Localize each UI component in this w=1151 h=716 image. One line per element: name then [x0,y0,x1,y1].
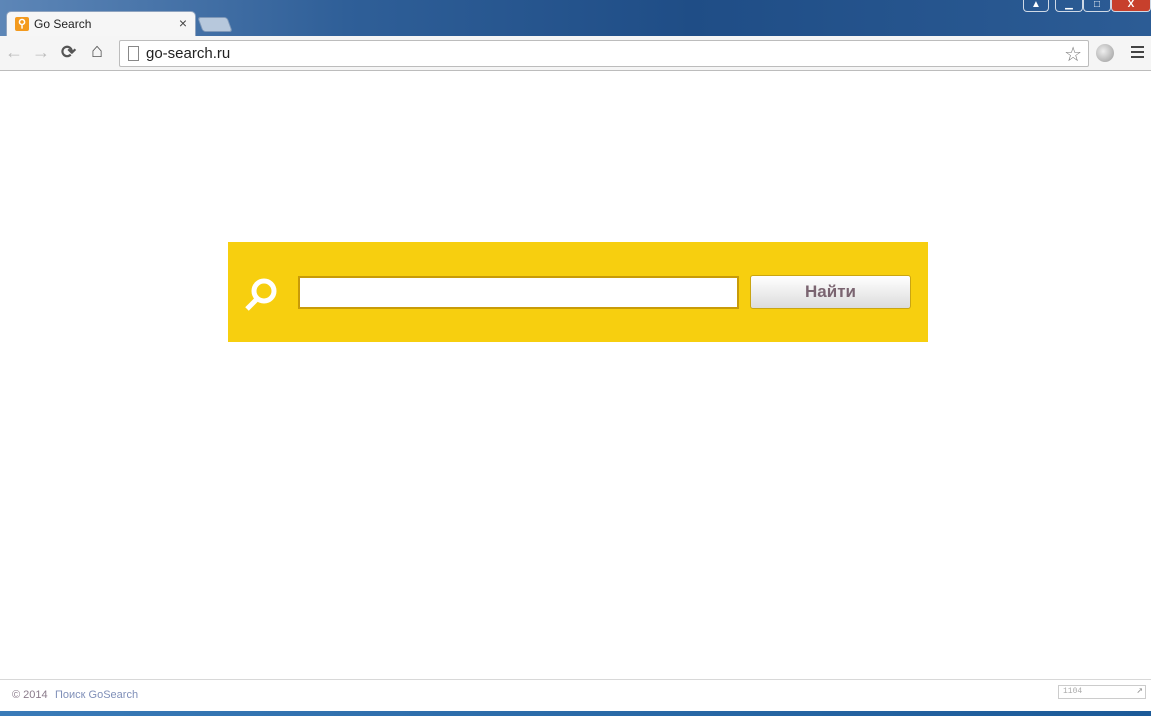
reload-icon[interactable]: ⟳ [61,42,76,63]
close-window-button[interactable]: X [1111,0,1151,12]
minimize-button[interactable]: ▁ [1055,0,1083,12]
page-icon [128,46,139,61]
url-text: go-search.ru [146,45,231,62]
counter-value: 1104 [1063,687,1083,696]
visit-counter[interactable]: 1104 ↗ [1058,685,1146,699]
globe-icon[interactable] [1096,44,1114,62]
search-panel: Найти [228,242,928,342]
gosearch-link[interactable]: Поиск GoSearch [55,689,138,701]
back-icon[interactable]: ← [5,42,23,63]
menu-icon[interactable] [1131,46,1144,61]
address-bar[interactable]: go-search.ru ☆ [119,40,1089,67]
search-button[interactable]: Найти [750,275,911,309]
copyright: © 2014 [12,689,48,701]
maximize-button[interactable]: □ [1083,0,1111,12]
tab-title: Go Search [34,17,92,31]
browser-toolbar: ← → ⟳ ⌂ go-search.ru ☆ [0,36,1151,71]
magnifier-icon [245,278,277,311]
title-bar: ⚲ Go Search × ▲ ▁ □ X [0,0,1151,37]
search-favicon-icon: ⚲ [15,17,29,31]
user-icon[interactable]: ▲ [1023,0,1049,12]
bookmark-star-icon[interactable]: ☆ [1064,42,1082,67]
home-icon[interactable]: ⌂ [91,40,103,63]
tab-go-search[interactable]: ⚲ Go Search × [6,11,196,37]
forward-icon[interactable]: → [32,42,50,63]
arrow-icon: ↗ [1136,685,1143,697]
new-tab-button[interactable] [197,17,233,32]
taskbar [0,711,1151,716]
tab-close-icon[interactable]: × [179,15,187,31]
footer: © 2014 Поиск GoSearch 1104 ↗ [0,679,1151,711]
search-input[interactable] [298,276,739,309]
